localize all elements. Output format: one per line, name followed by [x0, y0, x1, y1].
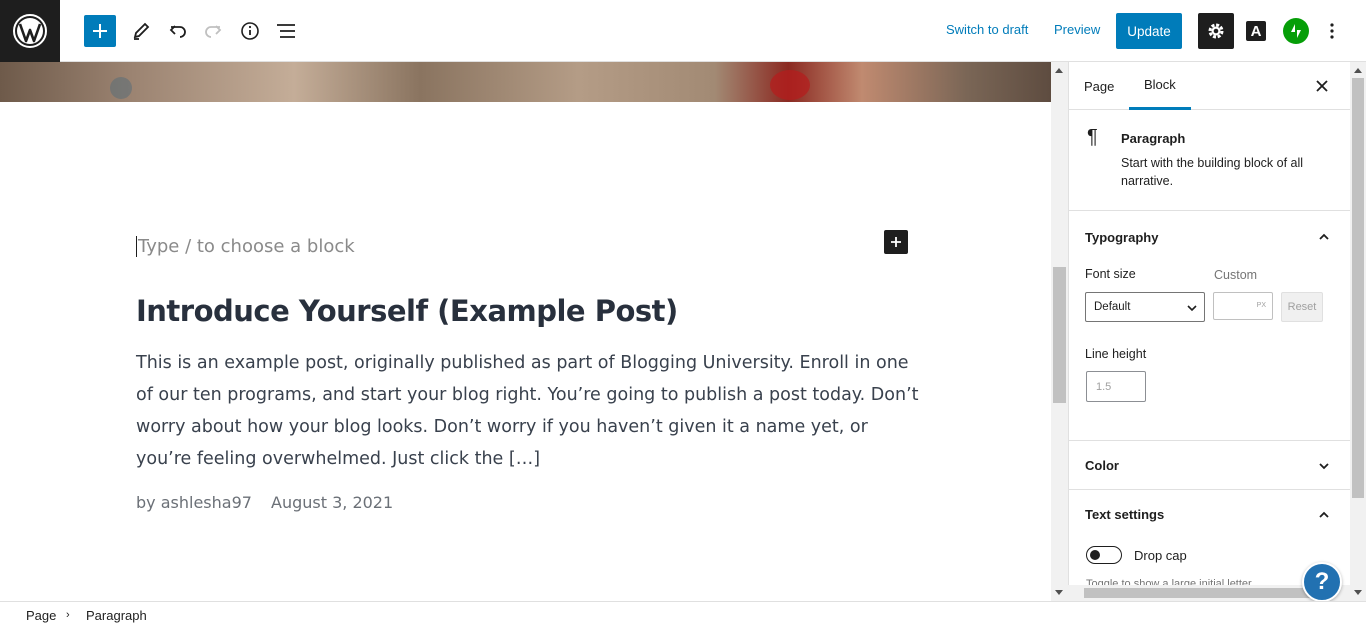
update-button[interactable]: Update — [1116, 13, 1182, 49]
scroll-up-arrow-icon[interactable] — [1354, 68, 1362, 73]
editor-scrollbar[interactable] — [1051, 62, 1068, 601]
details-info-icon[interactable] — [233, 14, 267, 48]
post-excerpt: This is an example post, originally publ… — [136, 353, 919, 469]
jetpack-icon[interactable] — [1283, 18, 1309, 44]
cover-image-detail — [770, 70, 810, 100]
help-button[interactable]: ? — [1302, 562, 1342, 602]
chevron-down-icon — [1319, 463, 1329, 470]
typography-panel: Typography — [1069, 211, 1350, 441]
unit-label: PX — [1256, 302, 1266, 309]
cover-image — [0, 62, 1051, 102]
tab-block[interactable]: Block — [1129, 62, 1191, 110]
block-card-description: Start with the building block of all nar… — [1121, 156, 1304, 188]
post-meta: by ashlesha97 August 3, 2021 — [136, 493, 407, 512]
block-card: ¶ Paragraph Start with the building bloc… — [1069, 110, 1350, 211]
line-height-label: Line height — [1085, 347, 1147, 361]
breadcrumb-paragraph[interactable]: Paragraph — [86, 608, 147, 623]
edit-tools-pencil-icon[interactable] — [124, 14, 158, 48]
block-breadcrumb: Page › Paragraph — [0, 601, 1366, 627]
line-height-input[interactable]: 1.5 — [1086, 371, 1146, 402]
font-size-label: Font size — [1085, 267, 1136, 281]
custom-font-size-input[interactable]: PX — [1213, 292, 1273, 320]
settings-sidebar: Page Block ¶ Paragraph Start with the bu… — [1068, 62, 1350, 601]
tab-page[interactable]: Page — [1084, 62, 1114, 110]
settings-gear-icon[interactable] — [1198, 13, 1234, 49]
font-size-select-value: Default — [1094, 301, 1131, 313]
breadcrumb-page[interactable]: Page — [26, 608, 56, 623]
more-options-icon[interactable] — [1322, 18, 1342, 44]
color-panel-toggle[interactable]: Color — [1069, 441, 1350, 490]
editor-canvas: Type / to choose a block Introduce Yours… — [0, 62, 1051, 601]
add-block-button[interactable] — [84, 15, 116, 47]
inline-add-block-button[interactable] — [884, 230, 908, 254]
horizontal-scrollbar-thumb[interactable] — [1084, 588, 1314, 598]
drop-cap-label: Drop cap — [1134, 548, 1187, 563]
toggle-knob — [1090, 550, 1100, 560]
chevron-up-icon — [1319, 511, 1329, 518]
typography-a-icon[interactable]: A — [1246, 21, 1266, 41]
scroll-down-arrow-icon[interactable] — [1055, 590, 1063, 595]
block-card-title: Paragraph — [1121, 131, 1186, 146]
typography-panel-title: Typography — [1085, 230, 1159, 245]
paragraph-icon: ¶ — [1087, 126, 1098, 148]
chevron-down-icon — [1187, 305, 1197, 312]
scroll-up-arrow-icon[interactable] — [1055, 68, 1063, 73]
sidebar-scrollbar[interactable] — [1350, 62, 1366, 601]
text-settings-panel-title: Text settings — [1085, 507, 1165, 522]
text-settings-panel-toggle[interactable]: Text settings — [1069, 490, 1350, 539]
redo-icon[interactable] — [196, 14, 230, 48]
scroll-down-arrow-icon[interactable] — [1354, 590, 1362, 595]
editor-header: Switch to draft Preview Update A — [0, 0, 1366, 62]
chevron-right-icon: › — [66, 609, 70, 621]
wordpress-logo-icon[interactable] — [0, 0, 60, 62]
drop-cap-toggle[interactable] — [1086, 546, 1122, 564]
undo-icon[interactable] — [161, 14, 195, 48]
chevron-up-icon — [1319, 233, 1329, 240]
switch-to-draft-button[interactable]: Switch to draft — [946, 22, 1028, 37]
post-title[interactable]: Introduce Yourself (Example Post) — [136, 294, 678, 328]
preview-button[interactable]: Preview — [1054, 22, 1100, 37]
close-icon[interactable] — [1312, 76, 1332, 96]
editor-scrollbar-thumb[interactable] — [1053, 267, 1066, 403]
reset-font-size-button[interactable]: Reset — [1281, 292, 1323, 322]
cover-image-detail — [110, 77, 132, 99]
typography-panel-toggle[interactable]: Typography — [1069, 211, 1350, 262]
custom-size-label: Custom — [1214, 268, 1258, 282]
sidebar-scrollbar-thumb[interactable] — [1352, 78, 1364, 498]
font-size-select[interactable]: Default — [1085, 292, 1205, 322]
block-placeholder-input[interactable]: Type / to choose a block — [136, 236, 355, 257]
color-panel-title: Color — [1085, 458, 1119, 473]
post-author[interactable]: by ashlesha97 — [136, 493, 252, 512]
post-date[interactable]: August 3, 2021 — [271, 493, 393, 512]
list-view-icon[interactable] — [269, 14, 303, 48]
sidebar-tabs: Page Block — [1069, 62, 1350, 110]
